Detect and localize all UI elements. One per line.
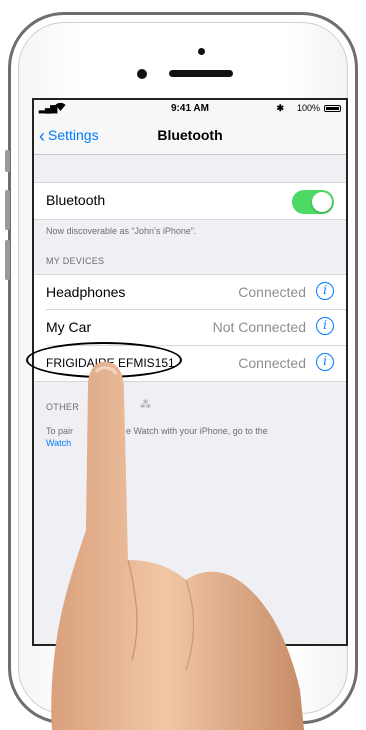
other-devices-header-right: ES [111,402,125,412]
proximity-sensor [198,48,205,55]
device-row-my-car[interactable]: My Car Not Connected i [34,310,346,346]
bluetooth-icon: ✱ [276,103,284,113]
status-bar: ▂▄▆ 9:41 AM ✱ 100% [34,100,346,118]
bluetooth-toggle[interactable] [292,190,334,214]
other-devices-header: OTHER ES [46,402,124,412]
battery-icon [324,105,341,112]
device-name: FRIGIDAIRE EFMIS151 [46,356,175,370]
bluetooth-toggle-row: Bluetooth [34,182,346,220]
device-row-headphones[interactable]: Headphones Connected i [34,274,346,310]
info-icon[interactable]: i [316,282,334,300]
bluetooth-label: Bluetooth [46,192,106,208]
battery-percent: 100% [296,103,320,113]
info-icon[interactable]: i [316,317,334,335]
discoverable-text: Now discoverable as “John’s iPhone”. [46,226,197,236]
pair-text-right: e Watch with your iPhone, go to the [126,426,268,436]
volume-up-button [5,190,10,230]
info-icon[interactable]: i [316,353,334,371]
navigation-bar: ‹ Settings Bluetooth [34,118,346,155]
device-name: Headphones [46,284,126,300]
device-status: Connected [238,284,306,300]
device-status: Connected [238,355,306,371]
device-row-frigidaire[interactable]: FRIGIDAIRE EFMIS151 Connected i [34,346,346,382]
volume-down-button [5,240,10,280]
loading-spinner-icon: ⁂ [140,399,151,411]
device-name: My Car [46,319,92,335]
watch-link[interactable]: Watch [46,438,71,448]
device-status: Not Connected [212,319,306,335]
earpiece-speaker [169,70,233,77]
other-devices-header-left: OTHER [46,402,79,412]
phone-screen: ▂▄▆ 9:41 AM ✱ 100% ‹ Settings Bluetooth B… [32,98,348,646]
my-devices-header: MY DEVICES [46,256,105,266]
page-title: Bluetooth [157,127,223,143]
toggle-knob [312,192,332,212]
mute-switch [5,150,10,172]
front-camera [137,69,147,79]
pair-text-left: To pair [46,426,74,436]
